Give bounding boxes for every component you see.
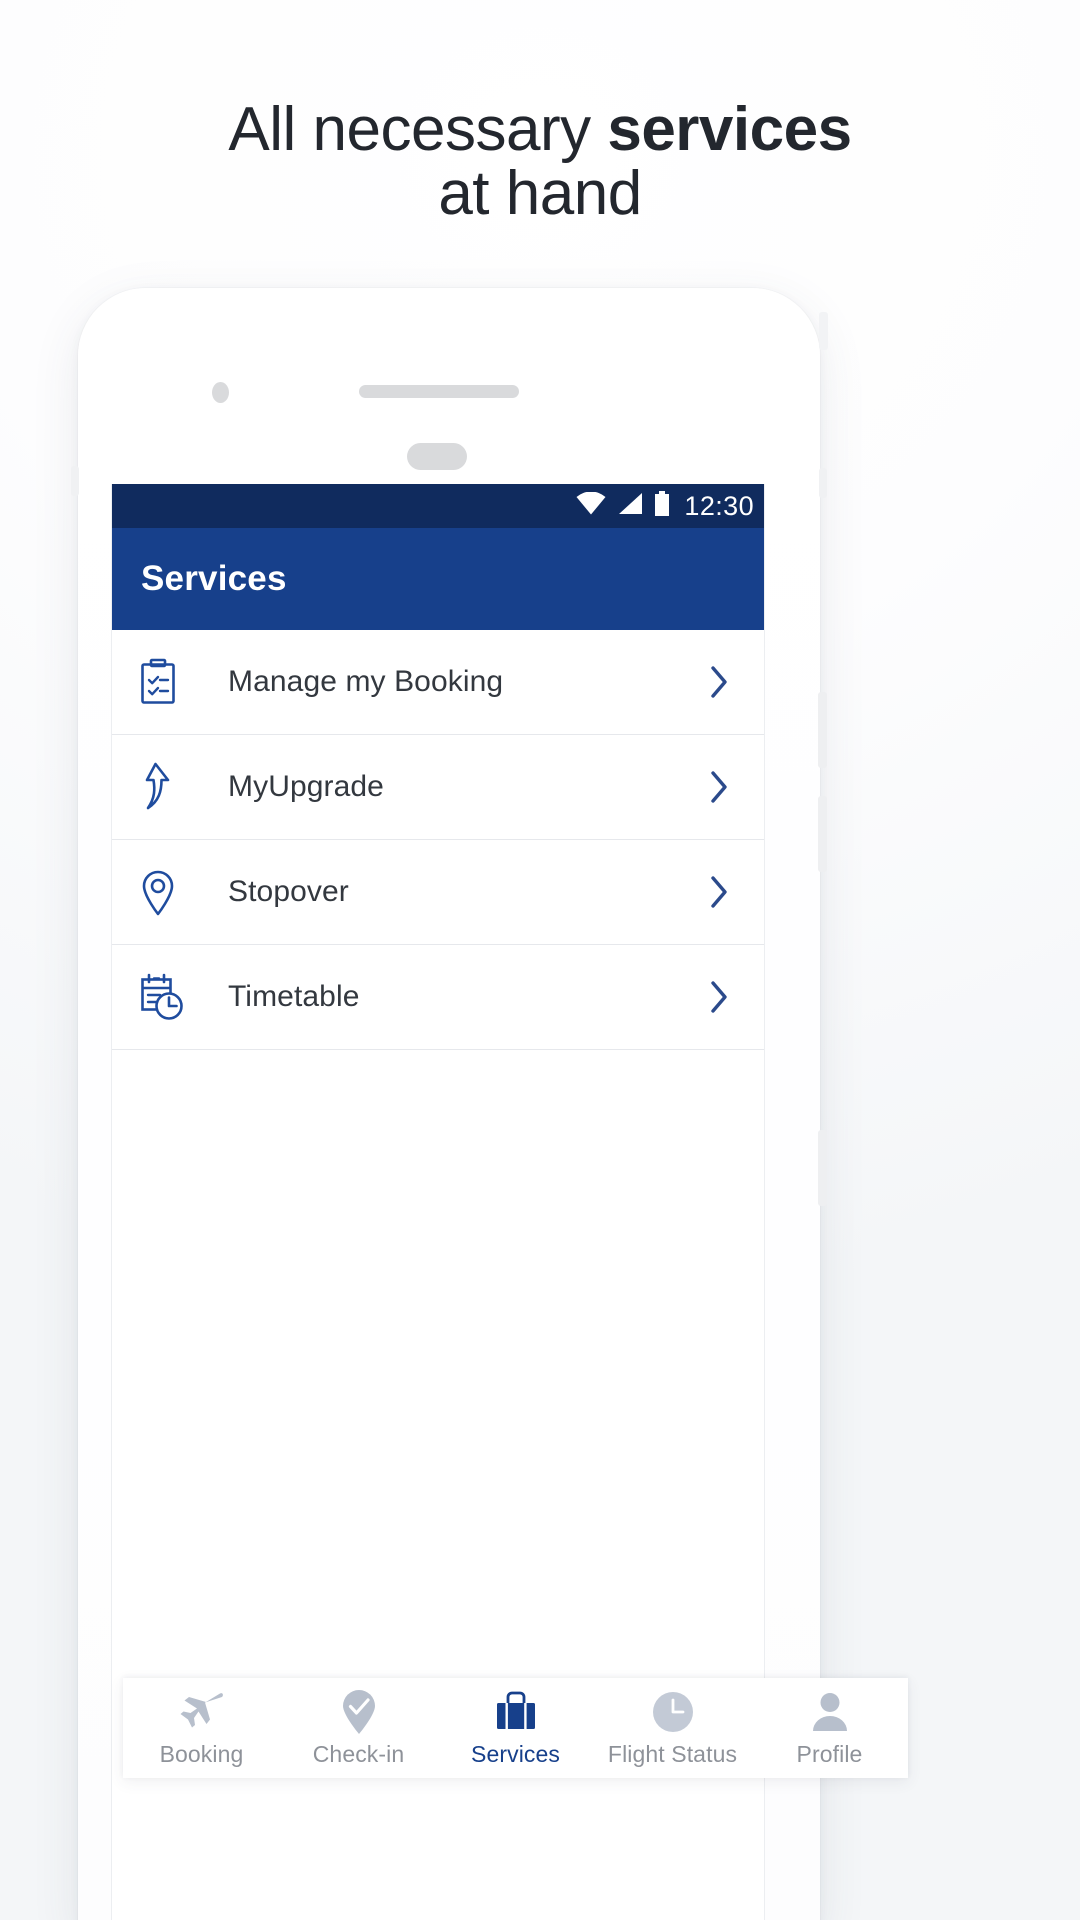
headline-line-1: All necessary services [0,98,1080,162]
list-item-label: Stopover [228,875,349,908]
tab-label: Profile [796,1740,863,1767]
status-bar-clock: 12:30 [684,490,754,521]
list-item-myupgrade[interactable]: MyUpgrade [112,735,764,840]
battery-icon [654,491,670,521]
list-item-label: Timetable [228,980,360,1013]
chevron-right-icon[interactable] [702,665,736,699]
headline-prefix: All necessary [228,95,608,164]
clock-circle-icon [650,1689,696,1735]
volume-up-button[interactable] [818,692,827,768]
power-button[interactable] [819,312,828,350]
map-pin-icon [138,866,204,918]
home-button[interactable] [407,443,467,470]
side-lock-button[interactable] [818,1130,827,1206]
wifi-icon [576,491,606,520]
tab-label: Flight Status [607,1740,738,1767]
phone-mockup: 12:30 Services Manage my Booking MyUpgra… [71,288,908,1920]
tab-services[interactable]: Services [437,1678,594,1778]
app-bar: Services [112,528,764,630]
list-item-manage-my-booking[interactable]: Manage my Booking [112,630,764,735]
person-avatar-icon [807,1689,853,1735]
list-item-label: MyUpgrade [228,770,384,803]
list-item-timetable[interactable]: Timetable [112,945,764,1050]
tab-flight-status[interactable]: Flight Status [594,1678,751,1778]
tab-label: Booking [159,1740,244,1767]
status-bar: 12:30 [112,484,764,528]
tab-check-in[interactable]: Check-in [280,1678,437,1778]
volume-down-button[interactable] [818,796,827,872]
upward-arrow-icon [138,761,204,813]
tab-booking[interactable]: Booking [123,1678,280,1778]
chevron-right-icon[interactable] [702,875,736,909]
chevron-right-icon[interactable] [702,770,736,804]
suitcase-icon [492,1689,540,1735]
list-item-stopover[interactable]: Stopover [112,840,764,945]
front-camera-icon [212,382,229,403]
list-item-label: Manage my Booking [228,665,504,698]
cellular-signal-icon [617,492,643,520]
headline-bold-word: services [607,95,852,164]
side-button[interactable] [819,468,827,498]
mute-switch[interactable] [71,466,79,496]
list-empty-area [112,1050,764,1920]
tab-profile[interactable]: Profile [751,1678,908,1778]
headline-line-2: at hand [438,158,642,228]
tab-label: Services [471,1740,560,1767]
page-background: All necessary services at hand 12:30 Ser… [0,0,1080,1920]
page-title: All necessary services at hand [0,98,1080,226]
app-bar-title: Services [141,559,287,598]
chevron-right-icon[interactable] [702,980,736,1014]
earpiece-speaker [359,385,519,398]
airplane-icon [178,1689,226,1735]
clipboard-checklist-icon [138,658,204,706]
tab-label: Check-in [312,1740,405,1767]
services-list: Manage my Booking MyUpgrade Stopover Tim… [112,630,764,1050]
bottom-navigation-bar: Booking Check-in Services Flight Status … [123,1678,908,1778]
pin-check-icon [337,1689,381,1735]
calendar-clock-icon [138,972,204,1022]
